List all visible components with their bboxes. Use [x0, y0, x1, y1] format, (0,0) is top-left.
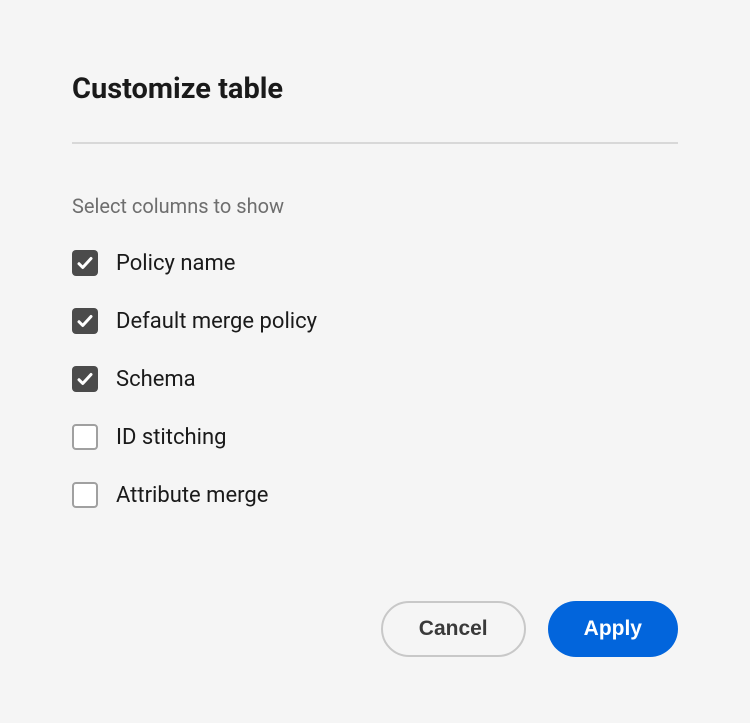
dialog-title: Customize table — [72, 72, 678, 106]
checkbox[interactable] — [72, 308, 98, 334]
button-row: Cancel Apply — [381, 601, 678, 657]
checkmark-icon — [76, 312, 94, 330]
section-label: Select columns to show — [72, 194, 678, 218]
checkbox-label: Policy name — [116, 251, 235, 276]
divider — [72, 142, 678, 144]
checkbox[interactable] — [72, 424, 98, 450]
customize-table-dialog: Customize table Select columns to show P… — [72, 72, 678, 723]
checkbox-item-policy-name[interactable]: Policy name — [72, 250, 678, 276]
checkbox-list: Policy name Default merge policy Schema … — [72, 250, 678, 508]
checkbox-label: ID stitching — [116, 425, 226, 450]
checkbox[interactable] — [72, 250, 98, 276]
checkbox-label: Schema — [116, 367, 196, 392]
checkbox-label: Attribute merge — [116, 483, 268, 508]
apply-button[interactable]: Apply — [548, 601, 678, 657]
cancel-button[interactable]: Cancel — [381, 601, 526, 657]
checkbox-item-attribute-merge[interactable]: Attribute merge — [72, 482, 678, 508]
checkmark-icon — [76, 254, 94, 272]
checkbox-label: Default merge policy — [116, 309, 317, 334]
checkbox[interactable] — [72, 482, 98, 508]
checkbox-item-schema[interactable]: Schema — [72, 366, 678, 392]
checkmark-icon — [76, 370, 94, 388]
checkbox-item-default-merge-policy[interactable]: Default merge policy — [72, 308, 678, 334]
checkbox-item-id-stitching[interactable]: ID stitching — [72, 424, 678, 450]
checkbox[interactable] — [72, 366, 98, 392]
